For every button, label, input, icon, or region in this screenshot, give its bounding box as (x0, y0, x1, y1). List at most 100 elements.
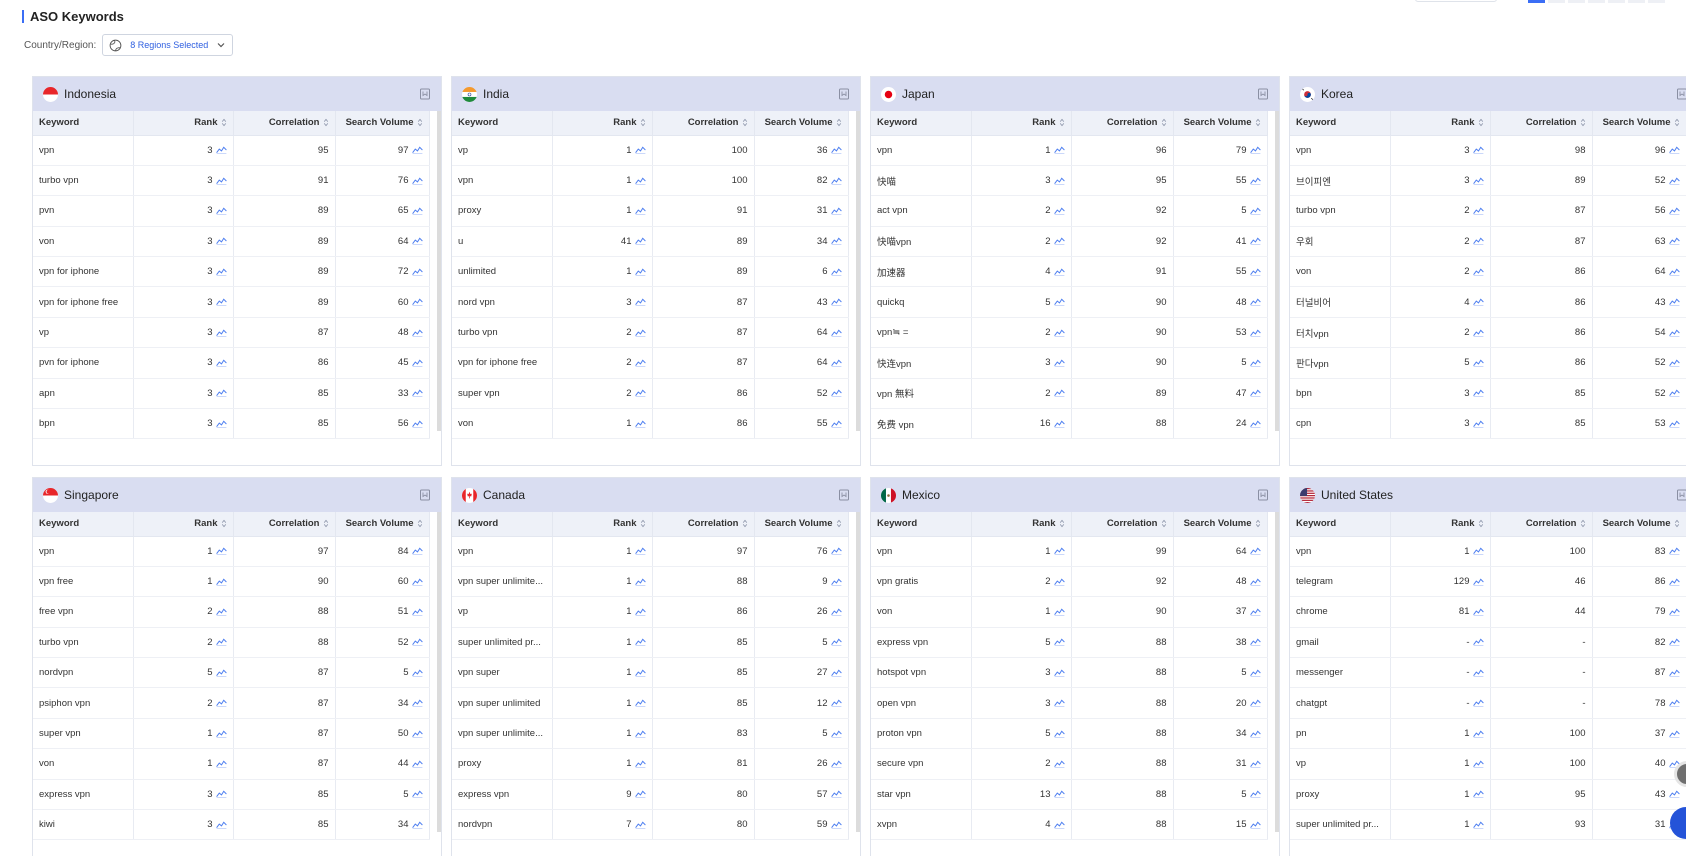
bookmark-icon[interactable] (838, 489, 850, 501)
top-select-remnant[interactable] (1415, 0, 1497, 2)
sort-icon[interactable] (417, 118, 423, 127)
trend-chart-icon[interactable] (215, 821, 227, 829)
table-scrollbar[interactable] (437, 512, 441, 832)
trend-chart-icon[interactable] (634, 389, 646, 398)
keyword-cell[interactable]: open vpn (871, 687, 972, 719)
table-row[interactable]: vpn 1 99 64 (871, 536, 1268, 567)
trend-chart-icon[interactable] (215, 790, 227, 799)
trend-chart-icon[interactable] (411, 237, 423, 246)
trend-chart-icon[interactable] (1472, 177, 1484, 185)
trend-chart-icon[interactable] (1472, 268, 1484, 276)
trend-chart-icon[interactable] (1668, 237, 1680, 246)
trend-chart-icon[interactable] (830, 730, 842, 738)
correlation-column-header[interactable]: Correlation (1071, 512, 1174, 537)
keyword-cell[interactable]: vpn super unlimite... (452, 718, 553, 750)
table-row[interactable]: vpn 3 95 97 (33, 135, 430, 166)
trend-chart-icon[interactable] (1249, 268, 1261, 276)
table-scrollbar[interactable] (856, 111, 860, 431)
trend-chart-icon[interactable] (1668, 298, 1680, 306)
keyword-cell[interactable]: vpn (1290, 536, 1391, 567)
search-volume-column-header[interactable]: Search Volume (1592, 512, 1686, 537)
keyword-cell[interactable]: von (871, 596, 972, 628)
keyword-cell[interactable]: proxy (1290, 779, 1391, 811)
keyword-cell[interactable]: super unlimited pr... (452, 627, 553, 659)
keyword-cell[interactable]: star vpn (871, 779, 972, 811)
keyword-cell[interactable]: free vpn (33, 596, 134, 628)
trend-chart-icon[interactable] (411, 268, 423, 276)
trend-chart-icon[interactable] (411, 420, 423, 428)
keyword-cell[interactable]: von (33, 226, 134, 258)
sort-icon[interactable] (1161, 118, 1167, 127)
table-row[interactable]: vpn 1 97 76 (452, 536, 849, 567)
trend-chart-icon[interactable] (1053, 669, 1065, 677)
trend-chart-icon[interactable] (830, 389, 842, 398)
trend-chart-icon[interactable] (215, 207, 227, 215)
trend-chart-icon[interactable] (830, 237, 842, 246)
table-row[interactable]: von 2 86 64 (1290, 256, 1686, 288)
keyword-cell[interactable]: telegram (1290, 566, 1391, 598)
trend-chart-icon[interactable] (1053, 730, 1065, 738)
keyword-cell[interactable]: hotspot vpn (871, 657, 972, 689)
trend-chart-icon[interactable] (1472, 730, 1484, 738)
table-row[interactable]: vpn gratis 2 92 48 (871, 566, 1268, 598)
table-row[interactable]: 터치vpn 2 86 54 (1290, 317, 1686, 349)
trend-chart-icon[interactable] (634, 730, 646, 738)
trend-chart-icon[interactable] (411, 821, 423, 829)
sort-icon[interactable] (221, 519, 227, 528)
rank-column-header[interactable]: Rank (552, 512, 653, 537)
trend-chart-icon[interactable] (1053, 146, 1065, 154)
keyword-cell[interactable]: proxy (452, 748, 553, 780)
trend-chart-icon[interactable] (1053, 638, 1065, 647)
trend-chart-icon[interactable] (1249, 359, 1261, 367)
table-row[interactable]: 免费 vpn 16 88 24 (871, 408, 1268, 440)
trend-chart-icon[interactable] (1249, 608, 1261, 616)
table-row[interactable]: open vpn 3 88 20 (871, 687, 1268, 719)
trend-chart-icon[interactable] (1053, 177, 1065, 185)
table-row[interactable]: proxy 1 81 26 (452, 748, 849, 780)
trend-chart-icon[interactable] (1668, 578, 1680, 586)
sort-icon[interactable] (1674, 118, 1680, 127)
table-row[interactable]: vpn≒ = 2 90 53 (871, 317, 1268, 349)
table-row[interactable]: nord vpn 3 87 43 (452, 286, 849, 318)
sort-icon[interactable] (1059, 118, 1065, 127)
table-row[interactable]: vpn 1 97 84 (33, 536, 430, 567)
keyword-cell[interactable]: vp (452, 596, 553, 628)
trend-chart-icon[interactable] (634, 790, 646, 799)
keyword-cell[interactable]: pvn for iphone (33, 347, 134, 379)
table-scrollbar[interactable] (1275, 111, 1279, 431)
keyword-cell[interactable]: 브이피엔 (1290, 165, 1391, 197)
table-row[interactable]: vpn 1 100 83 (1290, 536, 1686, 567)
keyword-cell[interactable]: proxy (452, 195, 553, 227)
table-scrollbar[interactable] (856, 512, 860, 832)
table-row[interactable]: 加速器 4 91 55 (871, 256, 1268, 288)
trend-chart-icon[interactable] (1472, 359, 1484, 367)
keyword-cell[interactable]: act vpn (871, 195, 972, 227)
trend-chart-icon[interactable] (411, 669, 423, 677)
table-row[interactable]: pvn for iphone 3 86 45 (33, 347, 430, 379)
keyword-cell[interactable]: vpn free (33, 566, 134, 598)
rank-column-header[interactable]: Rank (1390, 512, 1491, 537)
trend-chart-icon[interactable] (1249, 578, 1261, 586)
table-row[interactable]: vpn 3 98 96 (1290, 135, 1686, 166)
sort-icon[interactable] (1580, 519, 1586, 528)
keyword-cell[interactable]: proton vpn (871, 718, 972, 750)
keyword-cell[interactable]: chrome (1290, 596, 1391, 628)
region-select[interactable]: 8 Regions Selected (102, 34, 234, 56)
trend-chart-icon[interactable] (830, 578, 842, 586)
keyword-cell[interactable]: vp (1290, 748, 1391, 780)
trend-chart-icon[interactable] (215, 638, 227, 647)
trend-chart-icon[interactable] (1668, 389, 1680, 398)
trend-chart-icon[interactable] (830, 298, 842, 306)
table-row[interactable]: turbo vpn 2 87 64 (452, 317, 849, 349)
trend-chart-icon[interactable] (634, 207, 646, 215)
trend-chart-icon[interactable] (1472, 207, 1484, 215)
table-row[interactable]: 快喵 3 95 55 (871, 165, 1268, 197)
correlation-column-header[interactable]: Correlation (233, 512, 336, 537)
trend-chart-icon[interactable] (411, 359, 423, 367)
search-volume-column-header[interactable]: Search Volume (1173, 512, 1268, 537)
keyword-cell[interactable]: psiphon vpn (33, 687, 134, 719)
keyword-cell[interactable]: von (1290, 256, 1391, 288)
table-row[interactable]: hotspot vpn 3 88 5 (871, 657, 1268, 689)
keyword-cell[interactable]: kiwi (33, 809, 134, 841)
table-row[interactable]: u 41 89 34 (452, 226, 849, 258)
